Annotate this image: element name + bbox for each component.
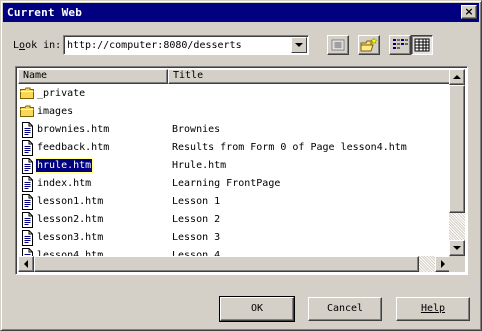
file-name: index.htm — [37, 178, 92, 189]
help-button-label: Help — [420, 303, 446, 314]
column-header-title[interactable]: Title — [168, 69, 451, 84]
list-view-icon — [393, 39, 408, 49]
details-view-button[interactable] — [411, 35, 433, 55]
file-row[interactable]: images — [18, 103, 451, 121]
file-name: lesson3.htm — [37, 232, 104, 243]
file-row[interactable]: lesson1.htm Lesson 1 — [18, 193, 451, 211]
file-name: lesson2.htm — [37, 214, 104, 225]
file-title: Results from Form 0 of Page lesson4.htm — [172, 142, 407, 153]
cancel-button[interactable]: Cancel — [308, 297, 382, 321]
current-web-dialog: Current Web × Look in: http://computer:8… — [0, 0, 482, 331]
file-name: _private — [37, 88, 86, 99]
vertical-scroll-thumb[interactable] — [449, 85, 465, 213]
folder-icon — [20, 104, 34, 120]
file-title: Hrule.htm — [172, 160, 227, 171]
html-file-icon — [20, 212, 34, 228]
chevron-down-icon[interactable] — [291, 37, 307, 53]
horizontal-scrollbar[interactable] — [18, 256, 451, 272]
file-row[interactable]: feedback.htm Results from Form 0 of Page … — [18, 139, 451, 157]
folder-icon — [20, 86, 34, 102]
html-file-icon — [20, 140, 34, 156]
look-in-label: Look in: — [13, 40, 62, 51]
html-file-icon — [20, 194, 34, 210]
look-in-value: http://computer:8080/desserts — [67, 40, 242, 51]
html-file-icon — [20, 230, 34, 246]
scroll-left-icon — [24, 260, 28, 268]
file-row[interactable]: lesson2.htm Lesson 2 — [18, 211, 451, 229]
new-folder-icon — [360, 37, 378, 52]
title-bar[interactable]: Current Web × — [3, 3, 479, 22]
file-row[interactable]: index.htm Learning FrontPage — [18, 175, 451, 193]
file-row[interactable]: hrule.htm Hrule.htm — [18, 157, 451, 175]
file-name: images — [37, 106, 74, 117]
scroll-up-button[interactable] — [449, 69, 465, 85]
dialog-title: Current Web — [7, 6, 83, 19]
scroll-up-icon — [453, 75, 461, 79]
new-folder-button[interactable] — [358, 35, 380, 55]
look-in-combobox[interactable]: http://computer:8080/desserts — [63, 35, 309, 55]
file-name: feedback.htm — [37, 142, 110, 153]
close-icon: × — [464, 5, 474, 18]
horizontal-scroll-thumb[interactable] — [34, 256, 419, 272]
file-name: brownies.htm — [37, 124, 110, 135]
vertical-scrollbar[interactable] — [449, 69, 465, 256]
file-row[interactable]: lesson3.htm Lesson 3 — [18, 229, 451, 247]
html-file-icon — [20, 158, 34, 174]
scroll-down-button[interactable] — [449, 240, 465, 256]
scroll-left-button[interactable] — [18, 256, 34, 272]
up-one-level-icon — [331, 39, 345, 51]
file-title: Lesson 1 — [172, 196, 221, 207]
file-list[interactable]: Name Title _privateimages brownies.htm Bro… — [15, 66, 468, 275]
file-title: Learning FrontPage — [172, 178, 281, 189]
help-button[interactable]: Help — [396, 297, 470, 321]
file-name: lesson1.htm — [37, 196, 104, 207]
scroll-right-icon — [441, 260, 445, 268]
file-title: Lesson 3 — [172, 232, 221, 243]
column-header-name[interactable]: Name — [18, 69, 168, 84]
file-row[interactable]: brownies.htm Brownies — [18, 121, 451, 139]
file-row[interactable]: _private — [18, 85, 451, 103]
up-one-level-button[interactable] — [327, 35, 349, 55]
file-title: Brownies — [172, 124, 221, 135]
details-view-icon — [414, 38, 430, 52]
html-file-icon — [20, 122, 34, 138]
file-title: Lesson 2 — [172, 214, 221, 225]
scroll-down-icon — [453, 246, 461, 250]
scrollbar-corner — [449, 256, 465, 272]
html-file-icon — [20, 176, 34, 192]
close-button[interactable]: × — [461, 5, 477, 19]
file-name: hrule.htm — [34, 158, 94, 173]
ok-button[interactable]: OK — [219, 296, 295, 322]
list-view-button[interactable] — [389, 35, 411, 55]
